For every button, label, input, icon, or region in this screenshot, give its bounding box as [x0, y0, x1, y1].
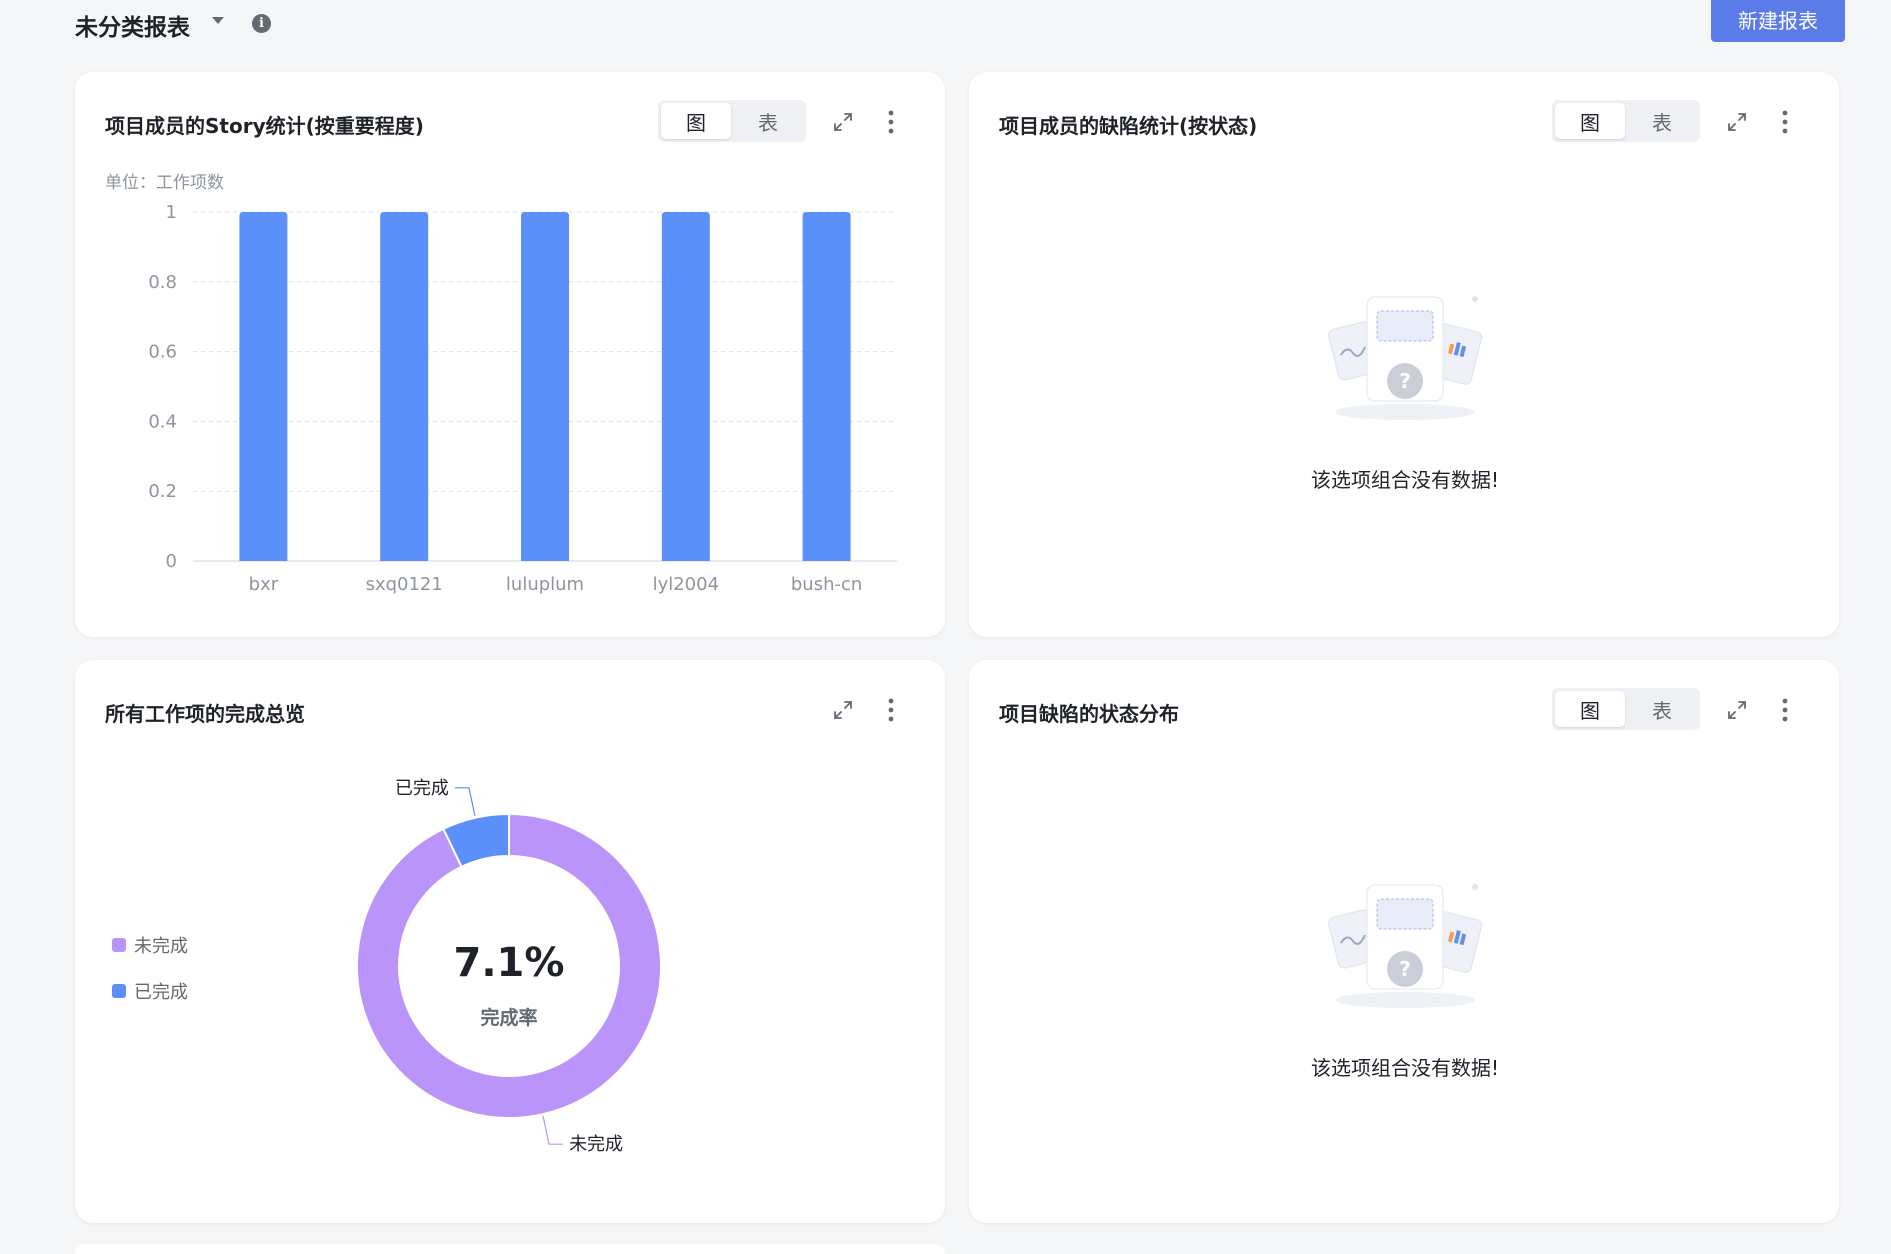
slice-label: 已完成 — [395, 778, 449, 799]
chart-view-tab[interactable]: 图 — [1555, 103, 1625, 139]
info-icon[interactable]: i — [252, 14, 271, 33]
slice-label: 未完成 — [569, 1134, 623, 1155]
table-view-tab[interactable]: 表 — [1627, 103, 1697, 139]
chart-view-tab[interactable]: 图 — [1555, 691, 1625, 727]
empty-data-illustration: ? — [1328, 296, 1483, 420]
leader-line — [454, 787, 476, 816]
completion-rate-label: 完成率 — [480, 1006, 537, 1029]
bar — [802, 212, 851, 561]
chevron-down-icon[interactable] — [212, 17, 224, 24]
empty-data-illustration: ? — [1328, 884, 1483, 1008]
y-tick-label: 0.4 — [148, 411, 177, 432]
table-view-tab[interactable]: 表 — [1627, 691, 1697, 727]
bar — [661, 212, 710, 561]
x-tick-label: luluplum — [506, 574, 584, 595]
more-vertical-icon[interactable] — [1779, 108, 1791, 136]
y-tick-label: 0 — [166, 551, 177, 572]
story-stats-card: 项目成员的Story统计(按重要程度) 图 表 单位：工作项数 0 0.2 0.4 0… — [75, 72, 945, 637]
x-tick-label: lyl2004 — [653, 574, 719, 595]
view-toggle: 图 表 — [1552, 688, 1700, 730]
empty-message: 该选项组合没有数据! — [1310, 1056, 1500, 1080]
bar — [380, 212, 429, 561]
card-title: 项目缺陷的状态分布 — [999, 702, 1179, 726]
bar-chart: 0 0.2 0.4 0.6 0.8 1 bxr sxq0121 luluplum lyl2004 b… — [148, 202, 897, 595]
page-title: 未分类报表 — [75, 15, 190, 41]
y-tick-label: 0.2 — [148, 481, 177, 502]
leader-line — [542, 1116, 564, 1145]
more-vertical-icon[interactable] — [1779, 696, 1791, 724]
next-card-edge — [75, 1244, 945, 1254]
y-tick-label: 0.6 — [148, 342, 177, 363]
bar — [239, 212, 288, 561]
y-tick-label: 1 — [166, 202, 177, 223]
expand-icon[interactable] — [1725, 110, 1749, 134]
svg-text:?: ? — [1399, 369, 1411, 393]
completion-overview-card: 所有工作项的完成总览 未完成 已完成 已完成 未完成 7.1% 完成率 — [75, 660, 945, 1223]
new-report-button[interactable]: 新建报表 — [1711, 0, 1845, 42]
defect-status-card: 项目缺陷的状态分布 图 表 ? 该选项组合没有数据! — [969, 660, 1839, 1223]
report-header: 未分类报表 i 新建报表 — [75, 0, 1845, 48]
view-toggle: 图 表 — [1552, 100, 1700, 142]
completion-rate-value: 7.1% — [454, 940, 565, 986]
card-title: 项目成员的缺陷统计(按状态) — [999, 114, 1258, 138]
defect-stats-card: 项目成员的缺陷统计(按状态) 图 表 ? 该选项组合没有数据! — [969, 72, 1839, 637]
svg-text:?: ? — [1399, 957, 1411, 981]
x-tick-label: bush-cn — [791, 574, 862, 595]
expand-icon[interactable] — [1725, 698, 1749, 722]
donut-chart: 已完成未完成 7.1% 完成率 — [356, 778, 662, 1155]
x-tick-label: bxr — [249, 574, 279, 595]
empty-message: 该选项组合没有数据! — [1310, 468, 1500, 492]
bar — [521, 212, 569, 561]
y-tick-label: 0.8 — [148, 272, 177, 293]
x-tick-label: sxq0121 — [366, 574, 443, 595]
